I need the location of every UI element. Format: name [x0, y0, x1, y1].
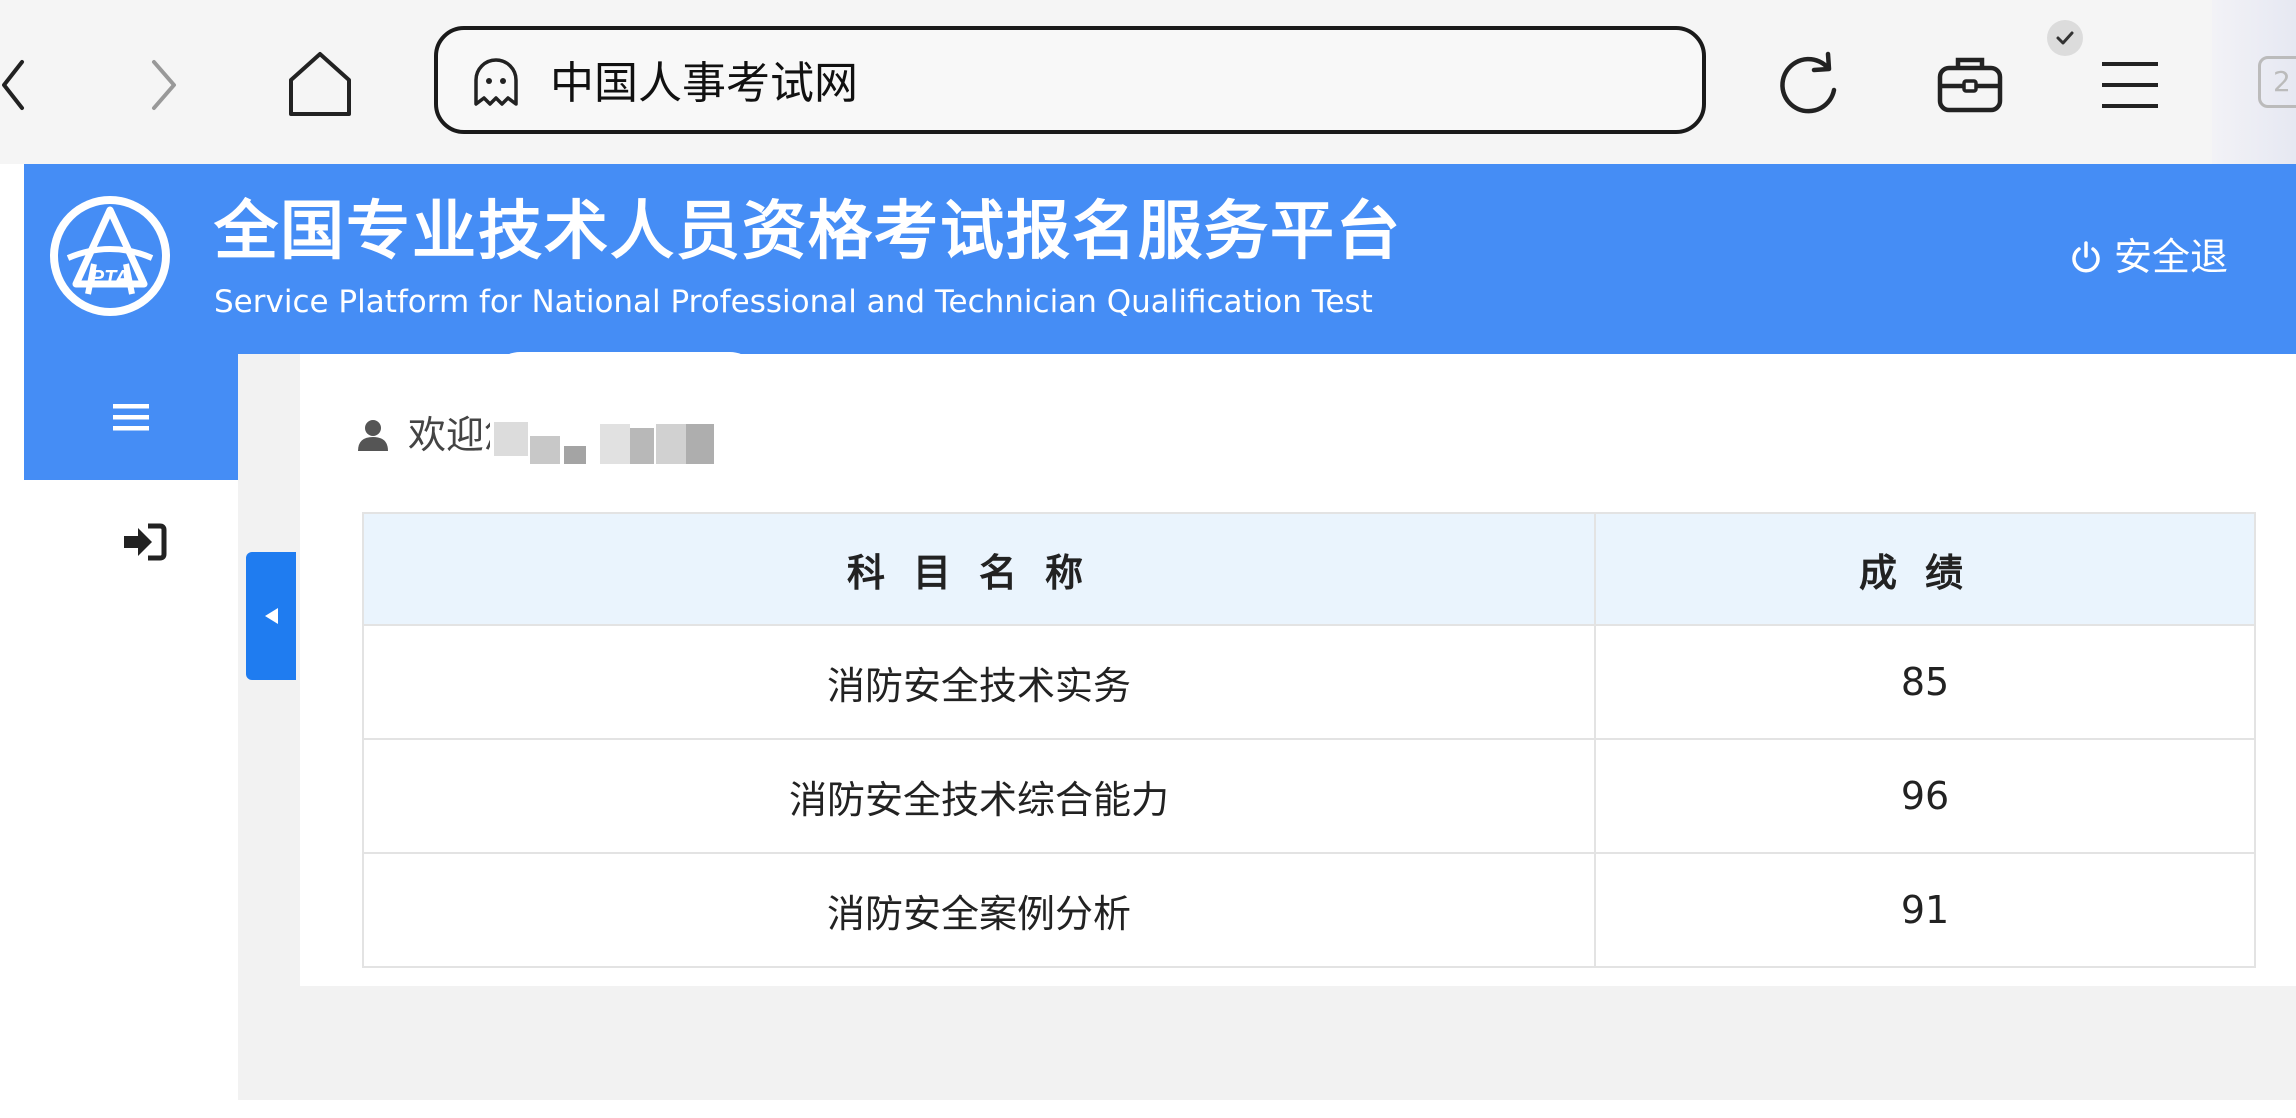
redacted-username	[490, 352, 760, 518]
score-cell: 96	[1594, 738, 2256, 854]
menu-button[interactable]	[2090, 50, 2170, 120]
site-header: PTA 全国专业技术人员资格考试报名服务平台 Service Platform …	[24, 164, 2296, 354]
logo-text: PTA	[91, 267, 130, 289]
subject-cell: 消防安全技术综合能力	[362, 738, 1596, 854]
score-table: 科目名称 成绩 消防安全技术实务 85 消防安全技术综合能力 96 消防安全案例…	[362, 512, 2256, 968]
score-cell: 85	[1594, 624, 2256, 740]
collapse-sidebar-button[interactable]	[246, 552, 296, 680]
subject-cell: 消防安全案例分析	[362, 852, 1596, 968]
tabs-button[interactable]: 2	[2212, 0, 2296, 164]
sign-in-icon[interactable]	[120, 520, 168, 564]
address-text: 中国人事考试网	[550, 58, 858, 109]
reload-icon	[1780, 51, 1837, 114]
sidebar-toggle-button[interactable]	[24, 354, 238, 480]
header-score: 成绩	[1594, 512, 2256, 626]
power-icon	[2072, 241, 2100, 273]
site-subtitle: Service Platform for National Profession…	[214, 284, 1373, 320]
tabs-count: 2	[2258, 56, 2296, 108]
table-row: 消防安全技术综合能力 96	[362, 738, 2256, 854]
browser-toolbar: 中国人事考试网 2	[0, 0, 2296, 164]
site-title: 全国专业技术人员资格考试报名服务平台	[214, 195, 1402, 269]
subject-cell: 消防安全技术实务	[362, 624, 1596, 740]
table-header-row: 科目名称 成绩	[362, 512, 2256, 626]
check-icon	[2056, 31, 2074, 45]
table-row: 消防安全案例分析 91	[362, 852, 2256, 968]
notification-badge	[2047, 20, 2083, 56]
briefcase-icon	[1937, 57, 2003, 113]
address-bar[interactable]: 中国人事考试网	[434, 26, 1706, 134]
hamburger-icon	[113, 404, 149, 431]
logout-link[interactable]: 安全退	[2068, 232, 2228, 282]
home-icon	[289, 52, 351, 116]
pta-logo: PTA	[50, 196, 170, 316]
user-icon	[358, 420, 388, 451]
table-row: 消防安全技术实务 85	[362, 624, 2256, 740]
ghost-icon	[474, 58, 518, 106]
home-button[interactable]	[285, 46, 355, 122]
menu-icon	[2102, 62, 2158, 108]
forward-button[interactable]	[140, 50, 190, 120]
chevron-right-icon	[152, 60, 176, 110]
caret-left-icon	[265, 608, 278, 624]
chevron-left-icon	[2, 60, 24, 110]
back-button[interactable]	[0, 50, 30, 120]
header-subject: 科目名称	[362, 512, 1596, 626]
score-cell: 91	[1594, 852, 2256, 968]
reload-button[interactable]	[1772, 44, 1846, 124]
logout-label: 安全退	[2114, 235, 2229, 279]
toolbox-button[interactable]	[1930, 44, 2010, 124]
